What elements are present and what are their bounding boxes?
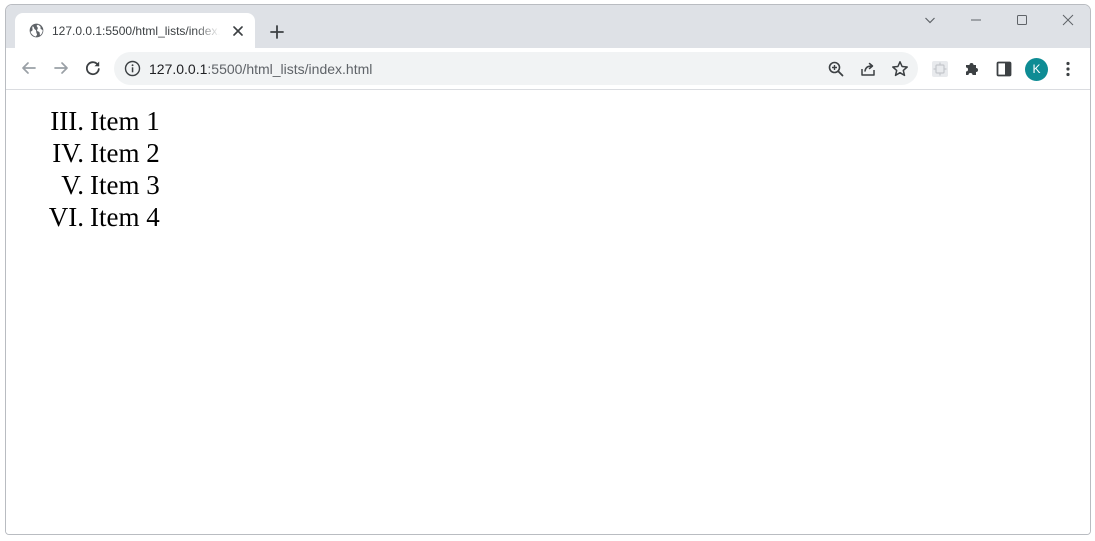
info-icon[interactable] <box>124 60 141 77</box>
profile-avatar[interactable]: K <box>1025 58 1048 81</box>
back-arrow-icon[interactable] <box>15 54 43 82</box>
tab-title: 127.0.0.1:5500/html_lists/index.html <box>52 24 220 38</box>
side-panel-icon[interactable] <box>992 57 1016 81</box>
tab-strip: 127.0.0.1:5500/html_lists/index.html <box>6 5 1090 48</box>
extension-icon[interactable] <box>928 57 952 81</box>
url-host: 127.0.0.1 <box>149 61 208 77</box>
list-item-text: Item 4 <box>90 202 160 232</box>
active-tab[interactable]: 127.0.0.1:5500/html_lists/index.html <box>15 13 255 48</box>
globe-icon <box>29 23 44 38</box>
zoom-icon[interactable] <box>824 57 848 81</box>
url-path: :5500/html_lists/index.html <box>207 61 373 77</box>
toolbar: 127.0.0.1:5500/html_lists/index.html K <box>6 48 1090 90</box>
minimize-icon[interactable] <box>952 5 998 35</box>
list-item-text: Item 2 <box>90 138 160 168</box>
puzzle-icon[interactable] <box>960 57 984 81</box>
url-text[interactable]: 127.0.0.1:5500/html_lists/index.html <box>149 60 372 78</box>
plus-icon[interactable] <box>264 19 290 45</box>
share-icon[interactable] <box>856 57 880 81</box>
close-icon[interactable] <box>1044 5 1090 35</box>
list-marker: V. <box>61 170 84 200</box>
bookmark-star-icon[interactable] <box>888 57 912 81</box>
page-content: III. Item 1 IV. Item 2 V. Item 3 VI. Ite… <box>6 91 1090 534</box>
list-item-text: Item 1 <box>90 106 160 136</box>
browser-window: 127.0.0.1:5500/html_lists/index.html <box>5 4 1091 535</box>
close-icon[interactable] <box>229 22 247 40</box>
maximize-icon[interactable] <box>998 5 1044 35</box>
list-marker: III. <box>50 106 84 136</box>
forward-arrow-icon[interactable] <box>47 54 75 82</box>
list-marker: IV. <box>52 138 84 168</box>
list-item-text: Item 3 <box>90 170 160 200</box>
kebab-menu-icon[interactable] <box>1056 57 1080 81</box>
reload-icon[interactable] <box>79 54 107 82</box>
address-bar[interactable]: 127.0.0.1:5500/html_lists/index.html <box>114 52 918 85</box>
tab-search-chevron-icon[interactable] <box>906 5 952 35</box>
list-marker: VI. <box>48 202 84 232</box>
